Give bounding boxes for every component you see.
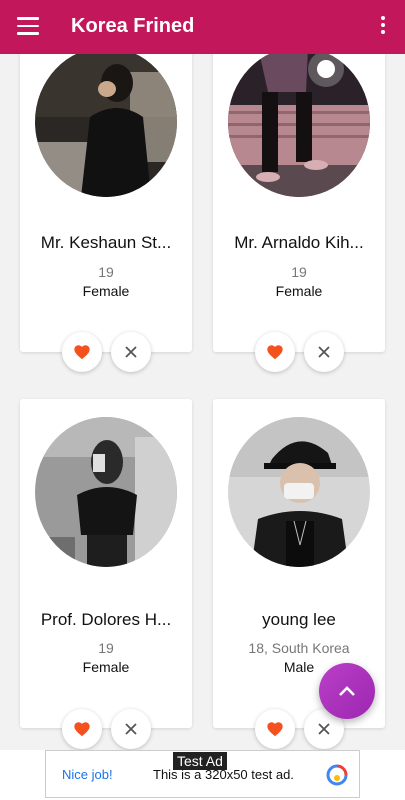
close-icon xyxy=(318,346,330,358)
app-title: Korea Frined xyxy=(71,15,195,37)
profile-age: 19 xyxy=(291,264,307,280)
scroll-to-top-button[interactable] xyxy=(319,663,375,719)
like-button[interactable] xyxy=(255,332,295,372)
app-bar: Korea Frined xyxy=(0,0,405,54)
chevron-up-icon xyxy=(339,686,355,696)
profile-gender: Female xyxy=(275,283,323,299)
profile-name: Prof. Dolores H... xyxy=(40,610,172,629)
heart-icon xyxy=(74,722,90,737)
close-icon xyxy=(125,346,137,358)
profile-photo xyxy=(228,47,370,197)
ad-label: Test Ad xyxy=(173,752,227,770)
heart-icon xyxy=(267,722,283,737)
profile-photo xyxy=(35,417,177,567)
dismiss-button[interactable] xyxy=(111,709,151,749)
profile-card[interactable]: Prof. Dolores H... 19 Female xyxy=(20,399,192,728)
profile-age: 19 xyxy=(98,640,114,656)
more-vert-icon[interactable] xyxy=(379,16,387,38)
heart-icon xyxy=(267,345,283,360)
ad-left-text: Nice job! xyxy=(62,767,113,782)
profile-card[interactable]: Mr. Arnaldo Kih... 19 Female xyxy=(213,40,385,352)
dismiss-button[interactable] xyxy=(304,332,344,372)
profile-name: Mr. Arnaldo Kih... xyxy=(234,233,364,252)
like-button[interactable] xyxy=(255,709,295,749)
profile-photo xyxy=(35,47,177,197)
profile-card[interactable]: Mr. Keshaun St... 19 Female xyxy=(20,40,192,352)
profile-age: 18, South Korea xyxy=(248,640,350,656)
profile-name: young lee xyxy=(262,610,336,629)
profile-photo xyxy=(228,417,370,567)
dismiss-button[interactable] xyxy=(111,332,151,372)
close-icon xyxy=(125,723,137,735)
profile-age: 19 xyxy=(98,264,114,280)
heart-icon xyxy=(74,345,90,360)
close-icon xyxy=(318,723,330,735)
like-button[interactable] xyxy=(62,332,102,372)
profile-gender: Female xyxy=(82,659,130,675)
profile-name: Mr. Keshaun St... xyxy=(40,233,172,252)
profile-gender: Female xyxy=(82,283,130,299)
hamburger-icon[interactable] xyxy=(17,17,39,37)
ad-logo-icon xyxy=(326,764,348,786)
like-button[interactable] xyxy=(62,709,102,749)
